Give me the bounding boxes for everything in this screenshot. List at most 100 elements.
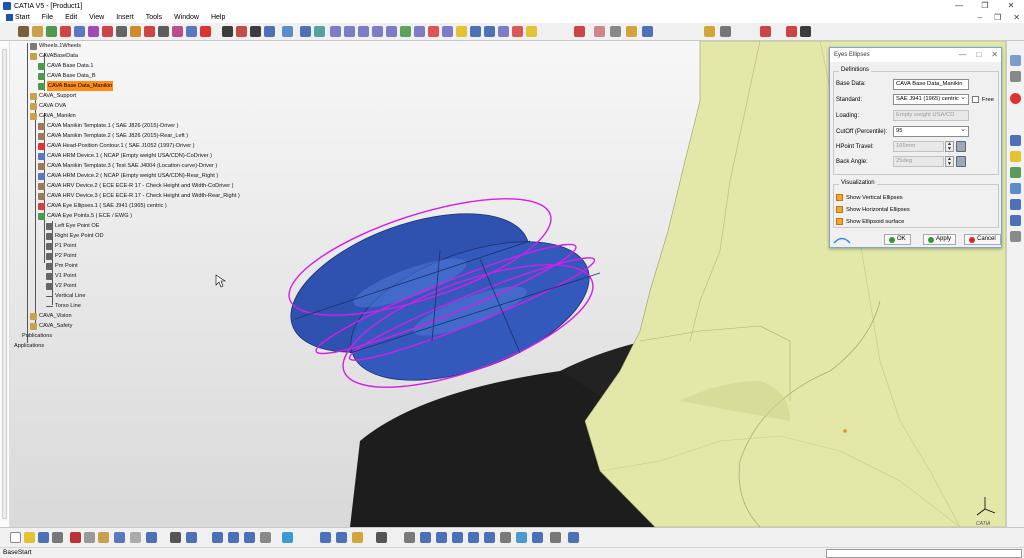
- swap-visible-icon[interactable]: [568, 532, 579, 543]
- menu-help[interactable]: Help: [205, 12, 231, 23]
- shape-8-icon[interactable]: [428, 26, 439, 37]
- tree-node-cava-manikin[interactable]: CAVA_Manikin: [30, 111, 76, 121]
- vehicle-icon[interactable]: [760, 26, 771, 37]
- window-zone-icon[interactable]: [186, 26, 197, 37]
- clash-icon[interactable]: [250, 26, 261, 37]
- paste-icon[interactable]: [98, 532, 109, 543]
- truck-icon[interactable]: [786, 26, 797, 37]
- apply-button[interactable]: Apply: [923, 234, 957, 245]
- eye-ellipses-icon[interactable]: [102, 26, 113, 37]
- settings-icon[interactable]: [260, 532, 271, 543]
- hrm-device-icon[interactable]: [74, 26, 85, 37]
- select-icon[interactable]: [300, 26, 311, 37]
- tools-icon[interactable]: [1010, 71, 1021, 82]
- open-icon[interactable]: [24, 532, 35, 543]
- pick-icon[interactable]: [314, 26, 325, 37]
- shape-1-icon[interactable]: [330, 26, 341, 37]
- tree-node-p2-point[interactable]: P2 Point: [46, 251, 76, 261]
- measure-icon[interactable]: [222, 26, 233, 37]
- dialog-minimize-button[interactable]: —: [958, 48, 966, 62]
- section-icon[interactable]: [236, 26, 247, 37]
- tree-scroll-thumb[interactable]: [2, 49, 7, 519]
- table-icon[interactable]: [212, 532, 223, 543]
- free-checkbox[interactable]: [972, 96, 979, 103]
- save-icon[interactable]: [38, 532, 49, 543]
- ok-button[interactable]: OK: [884, 234, 911, 245]
- constraint-icon[interactable]: [320, 532, 331, 543]
- redo-icon[interactable]: [130, 532, 141, 543]
- manikin-icon[interactable]: [32, 26, 43, 37]
- tree-node-cavabasedata[interactable]: CAVABaseData: [30, 51, 78, 61]
- hpoint-measure-icon[interactable]: [956, 141, 966, 152]
- shape-15-icon[interactable]: [526, 26, 537, 37]
- tree-node-cava-support[interactable]: CAVA_Support: [30, 91, 76, 101]
- shape-4-icon[interactable]: [372, 26, 383, 37]
- menu-file[interactable]: File: [36, 12, 59, 23]
- cutoff-select[interactable]: 95: [893, 126, 969, 137]
- wheel-icon[interactable]: [158, 26, 169, 37]
- comment-icon[interactable]: [186, 532, 197, 543]
- show-surface-checkbox[interactable]: [836, 218, 843, 225]
- whats-this-icon[interactable]: [146, 532, 157, 543]
- tree-node-hrm-device-2[interactable]: CAVA HRM Device.2 ( NCAP (Empty weight U…: [38, 171, 218, 181]
- menu-view[interactable]: View: [83, 12, 110, 23]
- tree-node-hrv-device-3[interactable]: CAVA HRV Device.3 ( ECE ECE-R 17 - Check…: [38, 191, 240, 201]
- support-icon[interactable]: [46, 26, 57, 37]
- list-icon[interactable]: [336, 532, 347, 543]
- tree-node-p1-point[interactable]: P1 Point: [46, 241, 76, 251]
- sphere-icon[interactable]: [1010, 183, 1021, 194]
- show-vertical-checkbox[interactable]: [836, 194, 843, 201]
- shape-10-icon[interactable]: [456, 26, 467, 37]
- shape-7-icon[interactable]: [414, 26, 425, 37]
- shape-6-icon[interactable]: [400, 26, 411, 37]
- shape-5-icon[interactable]: [386, 26, 397, 37]
- publish-icon[interactable]: [574, 26, 585, 37]
- surface-icon[interactable]: [1010, 167, 1021, 178]
- iso-view-icon[interactable]: [516, 532, 527, 543]
- line-icon[interactable]: [1010, 135, 1021, 146]
- shape-11-icon[interactable]: [470, 26, 481, 37]
- shape-9-icon[interactable]: [442, 26, 453, 37]
- tree-node-cava-vision[interactable]: CAVA_Vision: [30, 311, 72, 321]
- back-angle-measure-icon[interactable]: [956, 156, 966, 167]
- fit-all-icon[interactable]: [420, 532, 431, 543]
- base-data-field[interactable]: CAVA Base Data_Manikin: [893, 79, 969, 90]
- cava-tool-icon[interactable]: [18, 26, 29, 37]
- view-icon[interactable]: [1010, 215, 1021, 226]
- close-button[interactable]: ✕: [998, 0, 1024, 12]
- render-icon[interactable]: [532, 532, 543, 543]
- tree-icon[interactable]: [228, 532, 239, 543]
- tree-node-wheels[interactable]: Wheels.1Wheels: [30, 41, 81, 51]
- cancel-button[interactable]: Cancel: [964, 234, 1001, 245]
- copy-icon[interactable]: [84, 532, 95, 543]
- minimize-button[interactable]: —: [946, 0, 972, 12]
- tree-node-manikin-template-1[interactable]: CAVA Manikin Template.1 ( SAE J826 (2015…: [38, 121, 179, 131]
- safety-icon[interactable]: [144, 26, 155, 37]
- hpoint-travel-field[interactable]: 165mm: [893, 141, 944, 152]
- tree-node-hrv-device-2[interactable]: CAVA HRV Device.2 ( ECE ECE-R 17 - Check…: [38, 181, 234, 191]
- plane-icon[interactable]: [1010, 151, 1021, 162]
- tree-node-head-position-contour[interactable]: CAVA Head-Position Contour.1 ( SAE J1052…: [38, 141, 194, 151]
- tree-node-right-eye-point[interactable]: Right Eye Point OD: [46, 231, 104, 241]
- edit-icon[interactable]: [594, 26, 605, 37]
- tree-node-base-data-1[interactable]: CAVA Base Data.1: [38, 61, 93, 71]
- lamp-icon[interactable]: [642, 26, 653, 37]
- vision-icon[interactable]: [130, 26, 141, 37]
- zoom-out-icon[interactable]: [484, 532, 495, 543]
- fly-icon[interactable]: [404, 532, 415, 543]
- menu-edit[interactable]: Edit: [59, 12, 83, 23]
- hrv-device-icon[interactable]: [88, 26, 99, 37]
- options-icon[interactable]: [1010, 231, 1021, 242]
- loading-field[interactable]: Empty weight USA/CD: [893, 110, 969, 121]
- menu-insert[interactable]: Insert: [110, 12, 140, 23]
- formula-icon[interactable]: [170, 532, 181, 543]
- tree-node-applications[interactable]: Applications: [14, 341, 44, 351]
- menu-window[interactable]: Window: [168, 12, 205, 23]
- tree-node-cava-ova[interactable]: CAVA OVA: [30, 101, 66, 111]
- undo-icon[interactable]: [114, 532, 125, 543]
- head-contour-icon[interactable]: [60, 26, 71, 37]
- tree-node-torso-line[interactable]: Torso Line: [46, 301, 81, 311]
- tree-node-base-data-b[interactable]: CAVA Base Data_B: [38, 71, 96, 81]
- tree-node-eye-ellipses-1[interactable]: CAVA Eye Ellipses.1 ( SAE J941 (1965) ce…: [38, 201, 167, 211]
- back-angle-field[interactable]: 25deg: [893, 156, 944, 167]
